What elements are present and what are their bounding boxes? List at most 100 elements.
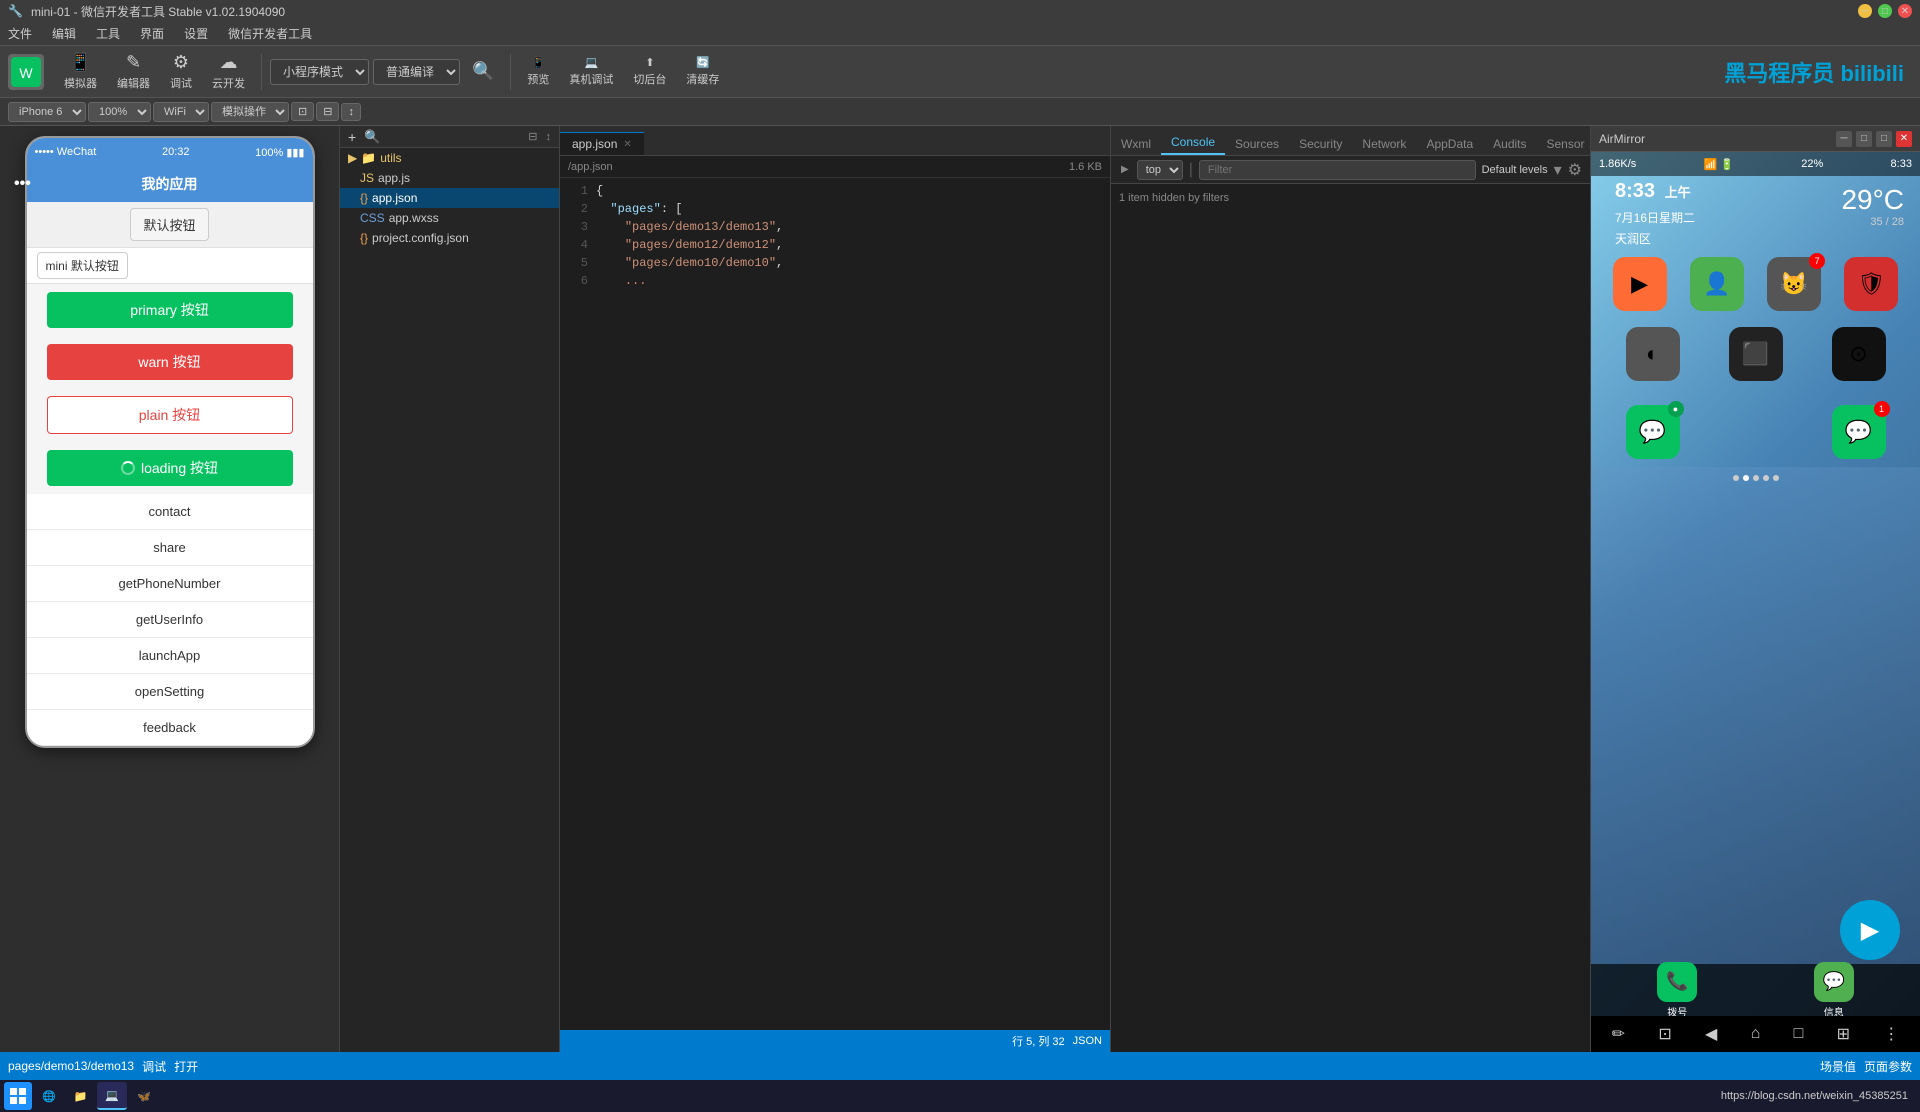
app-wechat2[interactable]: 💬 1 [1832, 405, 1886, 459]
get-phone-button[interactable]: getPhoneNumber [27, 566, 313, 602]
contact-button[interactable]: contact [27, 494, 313, 530]
file-project-config[interactable]: {} project.config.json [340, 228, 559, 248]
app-person[interactable]: 👤 [1690, 257, 1744, 311]
airmirror-close[interactable]: ✕ [1896, 131, 1912, 147]
mode-selector[interactable]: 小程序模式 [270, 59, 369, 85]
plain-button[interactable]: plain 按钮 [47, 396, 293, 434]
sort-icon[interactable]: ↕ [546, 131, 552, 143]
menu-tools[interactable]: 工具 [92, 23, 124, 44]
network-selector[interactable]: WiFi [153, 102, 209, 122]
app-camera[interactable]: ⊙ [1832, 327, 1886, 381]
tab-wxml[interactable]: Wxml [1111, 133, 1161, 155]
tab-network[interactable]: Network [1352, 133, 1416, 155]
primary-button[interactable]: primary 按钮 [47, 292, 293, 328]
rotate-btn[interactable]: ⊡ [291, 102, 314, 121]
action-selector[interactable]: 模拟操作 [211, 102, 289, 122]
menu-view[interactable]: 界面 [136, 23, 168, 44]
bottom-app-phone[interactable]: 📞 拨号 [1657, 962, 1697, 1019]
app-cat[interactable]: 😺 7 [1767, 257, 1821, 311]
flip-btn[interactable]: ⊟ [316, 102, 339, 121]
tab-appdata[interactable]: AppData [1416, 133, 1483, 155]
compile-selector[interactable]: 普通编译 [373, 59, 460, 85]
maximize-button[interactable]: □ [1878, 4, 1892, 18]
tab-console[interactable]: Console [1161, 131, 1225, 155]
app-play[interactable]: ▶ [1613, 257, 1667, 311]
app-json-label: app.json [372, 191, 417, 205]
start-button[interactable] [4, 1082, 32, 1110]
menu-wechat-dev[interactable]: 微信开发者工具 [224, 23, 316, 44]
app-toggle[interactable]: ◐ [1626, 327, 1680, 381]
console-filter[interactable] [1199, 160, 1476, 180]
explorer-icon: 📁 [74, 1090, 88, 1103]
folder-utils[interactable]: ▶ 📁 utils [340, 148, 559, 168]
taskbar-chrome[interactable]: 🌐 [34, 1082, 64, 1110]
close-button[interactable]: ✕ [1898, 4, 1912, 18]
taskbar-wechat[interactable]: 🦋 [129, 1082, 159, 1110]
editor-label: 编辑器 [117, 75, 150, 91]
device-selector[interactable]: iPhone 6 [8, 102, 86, 122]
toolbar-debug[interactable]: ⚙ 调试 [162, 48, 200, 95]
file-app-json[interactable]: {} app.json [340, 188, 559, 208]
toolbar-real-debug[interactable]: 💻 真机调试 [561, 52, 621, 91]
menu-edit[interactable]: 编辑 [48, 23, 80, 44]
app-dark[interactable]: ⬛ [1729, 327, 1783, 381]
hidden-items-notice: 1 item hidden by filters [1111, 188, 1590, 208]
warn-button[interactable]: warn 按钮 [47, 344, 293, 380]
simulator-label: 模拟器 [64, 75, 97, 91]
feedback-button[interactable]: feedback [27, 710, 313, 746]
mini-button[interactable]: mini 默认按钮 [37, 252, 128, 279]
airmirror-maximize[interactable]: □ [1876, 131, 1892, 147]
editor-tab-app-json[interactable]: app.json ✕ [560, 132, 644, 155]
airmirror-minimize[interactable]: ─ [1836, 131, 1852, 147]
file-app-js[interactable]: JS app.js [340, 168, 559, 188]
collapse-icon[interactable]: ⊟ [528, 130, 537, 143]
zoom-selector[interactable]: 100% [88, 102, 151, 122]
tab-sensor[interactable]: Sensor [1537, 133, 1591, 155]
toolbar-editor[interactable]: ✎ 编辑器 [109, 48, 158, 95]
search-file-icon[interactable]: 🔍 [364, 129, 380, 145]
nav-more-icon[interactable]: ⋮ [1875, 1020, 1907, 1048]
nav-back2-icon[interactable]: ◀ [1697, 1020, 1725, 1048]
file-app-wxss[interactable]: CSS app.wxss [340, 208, 559, 228]
settings-icon[interactable]: ⚙ [1568, 160, 1582, 180]
launch-app-button[interactable]: launchApp [27, 638, 313, 674]
airmirror-restore[interactable]: □ [1856, 131, 1872, 147]
toolbar-search[interactable]: 🔍 [464, 57, 502, 86]
get-user-button[interactable]: getUserInfo [27, 602, 313, 638]
toolbar-cloud[interactable]: ☁ 云开发 [204, 48, 253, 95]
minimize-button[interactable]: ─ [1858, 4, 1872, 18]
toolbar-preview[interactable]: 📱 预览 [519, 52, 557, 91]
menu-settings[interactable]: 设置 [180, 23, 212, 44]
file-panel-toolbar: + 🔍 ⊟ ↕ [340, 126, 559, 148]
open-setting-button[interactable]: openSetting [27, 674, 313, 710]
taskbar-explorer[interactable]: 📁 [66, 1082, 96, 1110]
bilibili-float-button[interactable]: ▶ [1840, 900, 1900, 960]
tab-audits[interactable]: Audits [1483, 133, 1536, 155]
screen-time-block: 8:33 上午 7月16日星期二 天润区 [1599, 176, 1711, 249]
shield-icon: 🛡 [1857, 271, 1885, 297]
loading-button[interactable]: loading 按钮 [47, 450, 293, 486]
tab-security[interactable]: Security [1289, 133, 1352, 155]
preview-label: 预览 [527, 71, 549, 87]
app-wechat1[interactable]: 💬 ● [1626, 405, 1680, 459]
app-shield[interactable]: 🛡 [1844, 257, 1898, 311]
resize-btn[interactable]: ↕ [341, 103, 361, 121]
tab-sources[interactable]: Sources [1225, 133, 1289, 155]
share-button[interactable]: share [27, 530, 313, 566]
taskbar-vscode[interactable]: 💻 [97, 1082, 127, 1110]
toolbar-clear[interactable]: 🔄 清缓存 [678, 52, 727, 91]
toolbar-background[interactable]: ⬆ 切后台 [625, 52, 674, 91]
toolbar-simulator[interactable]: 📱 模拟器 [56, 48, 105, 95]
bottom-app-message[interactable]: 💬 信息 [1814, 962, 1854, 1019]
nav-home-icon[interactable]: ⌂ [1743, 1021, 1769, 1047]
play-icon: ▶ [1631, 271, 1648, 297]
context-selector[interactable]: top [1137, 160, 1183, 180]
nav-square-icon[interactable]: □ [1786, 1021, 1812, 1047]
add-file-icon[interactable]: + [348, 129, 356, 145]
tab-close-icon[interactable]: ✕ [623, 139, 631, 150]
nav-back-icon[interactable]: ✏ [1604, 1020, 1633, 1048]
menu-file[interactable]: 文件 [4, 23, 36, 44]
default-button[interactable]: 默认按钮 [130, 208, 208, 241]
nav-grid-icon[interactable]: ⊞ [1829, 1020, 1858, 1048]
nav-recent-icon[interactable]: ⊡ [1650, 1020, 1679, 1048]
